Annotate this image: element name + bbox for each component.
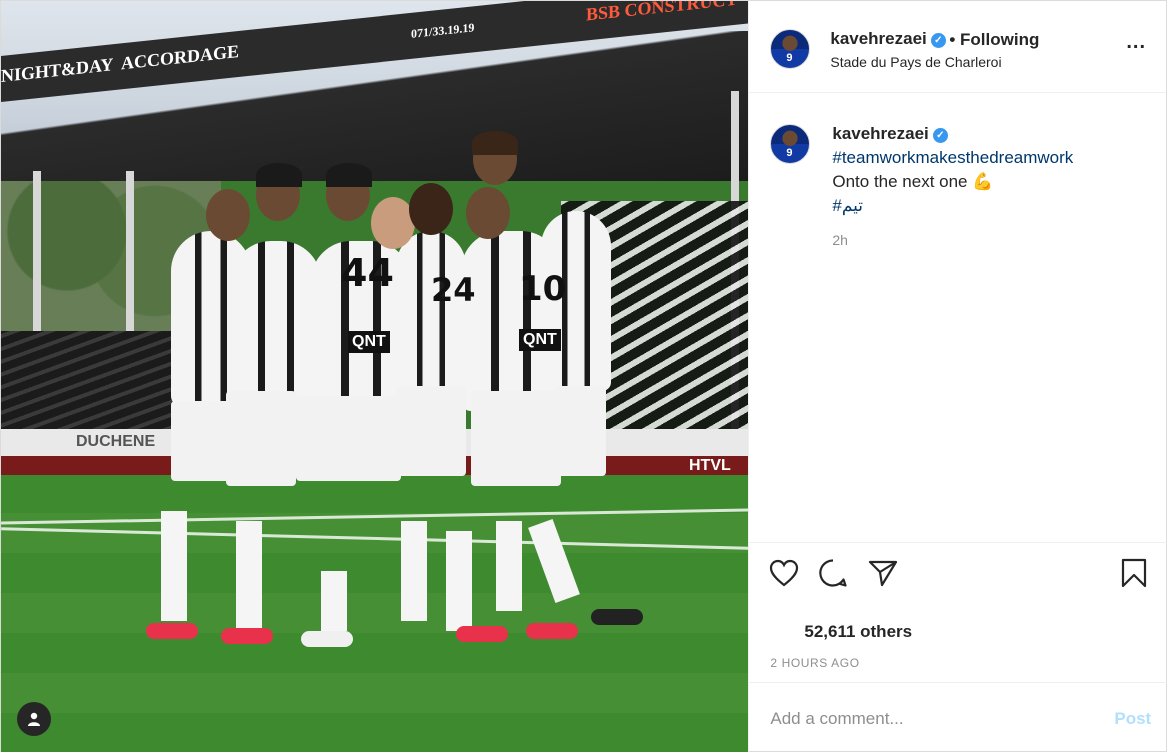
- boot: [456, 626, 508, 642]
- shirt-number: 10: [519, 269, 567, 309]
- shorts: [296, 396, 401, 481]
- boot: [221, 628, 273, 644]
- post-comment-button[interactable]: Post: [1114, 709, 1151, 729]
- caption-timestamp[interactable]: 2h: [832, 232, 848, 248]
- ad-text: NIGHT&DAY: [1, 54, 114, 86]
- comment-button[interactable]: [816, 556, 850, 590]
- player-hair: [472, 131, 518, 155]
- shorts: [556, 386, 606, 476]
- shorts: [226, 391, 296, 486]
- bookmark-icon: [1122, 558, 1147, 588]
- hashtag-link[interactable]: #teamworkmakesthedreamwork: [832, 148, 1073, 168]
- boot: [146, 623, 198, 639]
- shirt-number: 24: [431, 271, 476, 309]
- likes-count[interactable]: 52,611 others: [804, 622, 912, 642]
- comment-box: Post: [749, 682, 1167, 752]
- avatar[interactable]: [770, 124, 811, 164]
- like-button[interactable]: [767, 556, 801, 590]
- sock: [446, 531, 472, 631]
- avatar[interactable]: [770, 29, 811, 69]
- following-button[interactable]: • Following: [949, 30, 1039, 50]
- shirt-number: 44: [341, 251, 394, 295]
- more-options-icon[interactable]: ...: [1126, 31, 1146, 54]
- boot: [526, 623, 578, 639]
- shorts: [471, 391, 561, 486]
- post-header: kavehrezaei ✓ • Following Stade du Pays d…: [749, 1, 1166, 93]
- comment-icon: [819, 559, 847, 587]
- instagram-post: NIGHT&DAY ACCORDAGE 071/33.19.19 BSB CON…: [0, 0, 1167, 752]
- player-hair: [256, 163, 302, 187]
- post-photo[interactable]: NIGHT&DAY ACCORDAGE 071/33.19.19 BSB CON…: [1, 1, 749, 752]
- comment-input[interactable]: [770, 707, 1091, 731]
- boot: [591, 609, 643, 625]
- ad-text: BSB CONSTRUCT: [586, 1, 738, 25]
- share-icon: [869, 560, 898, 587]
- caption-text: Onto the next one 💪: [832, 172, 994, 191]
- ad-text: DUCHENE: [76, 433, 156, 450]
- sock: [321, 571, 347, 631]
- post-side-panel: kavehrezaei ✓ • Following Stade du Pays d…: [748, 1, 1167, 752]
- shorts: [171, 401, 231, 481]
- player: [396, 231, 466, 401]
- save-button[interactable]: [1117, 556, 1151, 590]
- shirt-sponsor: QNT: [519, 329, 561, 351]
- person-icon: [28, 712, 40, 726]
- player-hair: [326, 163, 372, 187]
- verified-badge-icon: ✓: [930, 33, 946, 48]
- verified-badge-icon: ✓: [932, 128, 948, 143]
- players-huddle: 44 24 10 QNT QNT: [146, 131, 643, 651]
- ad-text: 071/33.19.19: [411, 20, 475, 41]
- shirt-sponsor: QNT: [348, 331, 390, 353]
- ad-text: ACCORDAGE: [121, 40, 240, 74]
- caption: kavehrezaei✓ #teamworkmakesthedreamwork …: [749, 94, 1167, 542]
- caption-username[interactable]: kavehrezaei ✓: [832, 124, 948, 144]
- username-text[interactable]: kavehrezaei: [832, 124, 928, 143]
- player-head: [409, 183, 453, 235]
- sock: [401, 521, 427, 621]
- post-actions: 52,611 others 2 HOURS AGO: [749, 542, 1167, 682]
- location-link[interactable]: Stade du Pays de Charleroi: [830, 54, 1001, 70]
- player-head: [466, 187, 510, 239]
- user-tag-button[interactable]: [17, 702, 51, 736]
- boot: [301, 631, 353, 647]
- sock: [496, 521, 522, 611]
- sock: [528, 518, 580, 604]
- player-head: [206, 189, 250, 241]
- header-username[interactable]: kavehrezaei ✓: [830, 29, 946, 49]
- share-button[interactable]: [866, 556, 900, 590]
- username-text[interactable]: kavehrezaei: [830, 29, 926, 48]
- ad-text: HTVL: [689, 457, 731, 474]
- hashtag-link[interactable]: #تیم: [832, 196, 863, 216]
- sock: [161, 511, 187, 621]
- sock: [236, 521, 262, 631]
- shorts: [396, 386, 466, 476]
- heart-icon: [770, 559, 799, 587]
- posted-timestamp[interactable]: 2 HOURS AGO: [770, 656, 859, 670]
